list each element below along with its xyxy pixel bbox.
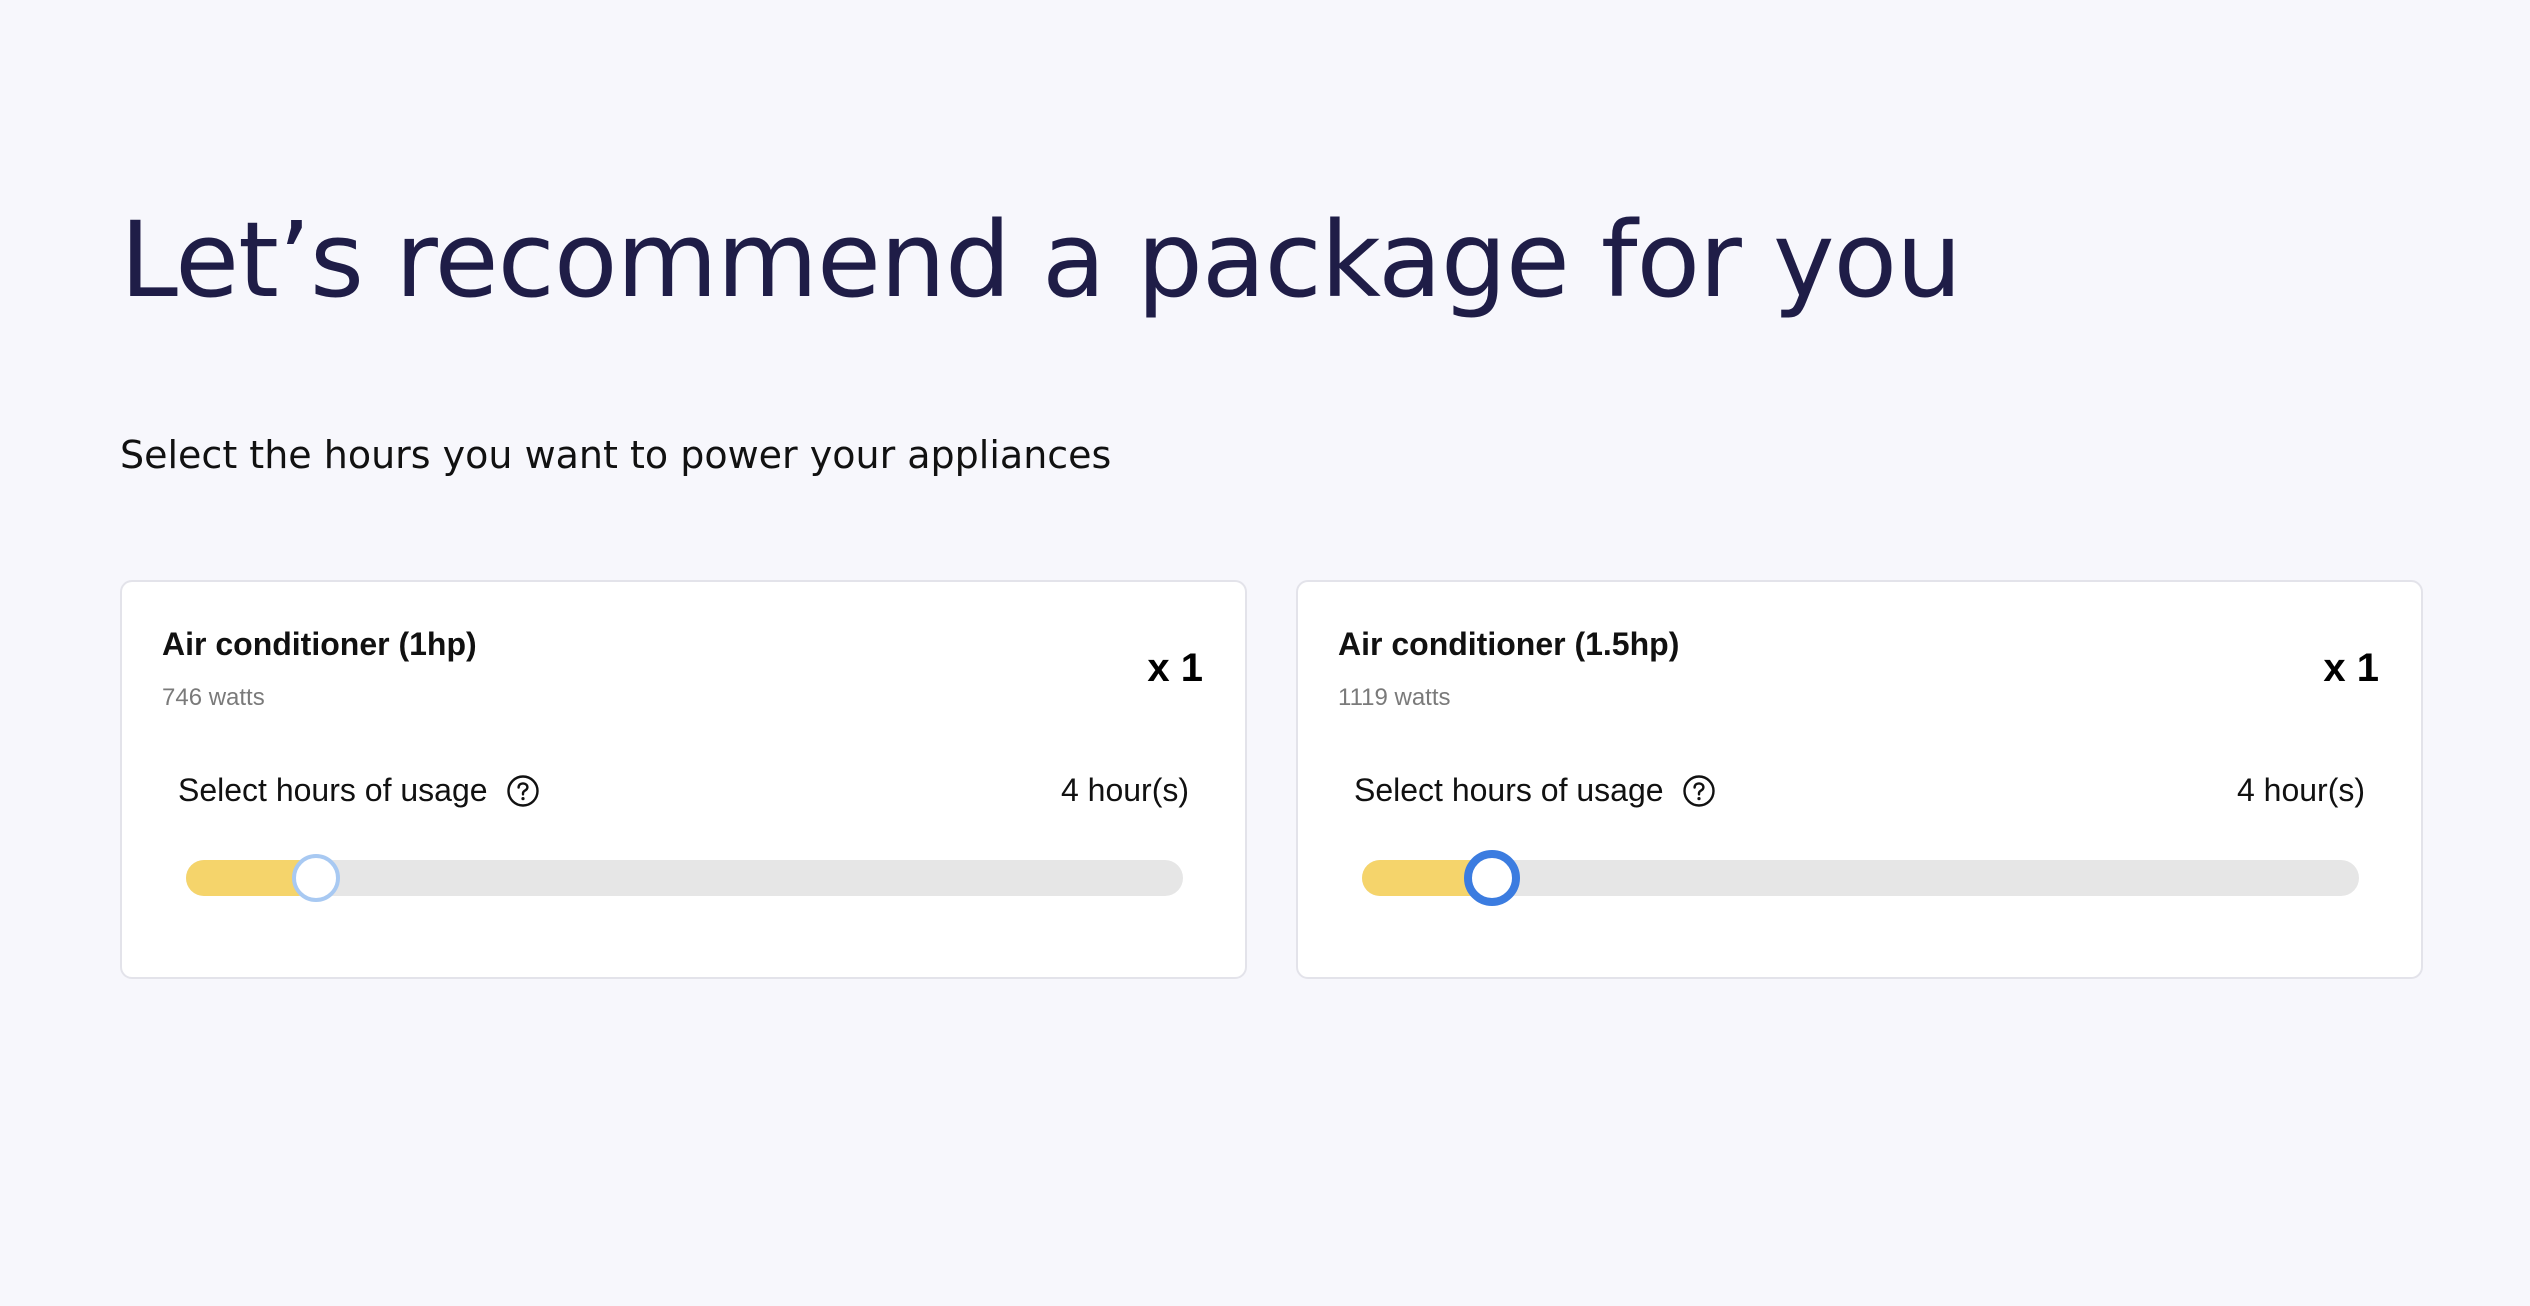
usage-label-row: Select hours of usage bbox=[178, 772, 540, 809]
usage-label: Select hours of usage bbox=[1354, 772, 1664, 808]
hours-slider[interactable] bbox=[186, 854, 1183, 902]
appliance-watts: 746 watts bbox=[162, 684, 265, 711]
question-circle-icon[interactable] bbox=[1682, 774, 1716, 808]
slider-thumb[interactable] bbox=[1463, 850, 1520, 906]
page-title: Let’s recommend a package for you bbox=[120, 199, 1962, 321]
usage-label-row: Select hours of usage bbox=[1354, 772, 1716, 809]
appliance-card-ac-1hp: Air conditioner (1hp) 746 watts x 1 Sele… bbox=[120, 580, 1247, 979]
usage-label: Select hours of usage bbox=[178, 772, 488, 808]
appliance-name: Air conditioner (1hp) bbox=[162, 626, 477, 662]
hours-value: 4 hour(s) bbox=[2236, 772, 2365, 808]
hours-slider[interactable] bbox=[1362, 850, 2359, 906]
slider-thumb[interactable] bbox=[291, 854, 340, 902]
appliance-watts: 1119 watts bbox=[1338, 684, 1451, 711]
appliance-quantity: x 1 bbox=[1147, 646, 1203, 690]
appliance-name: Air conditioner (1.5hp) bbox=[1338, 626, 1680, 662]
question-circle-icon[interactable] bbox=[506, 774, 540, 808]
hours-value: 4 hour(s) bbox=[1060, 772, 1189, 808]
appliance-card-ac-1-5hp: Air conditioner (1.5hp) 1119 watts x 1 S… bbox=[1296, 580, 2423, 979]
page-subtitle: Select the hours you want to power your … bbox=[120, 433, 1112, 477]
appliance-quantity: x 1 bbox=[2323, 646, 2379, 690]
